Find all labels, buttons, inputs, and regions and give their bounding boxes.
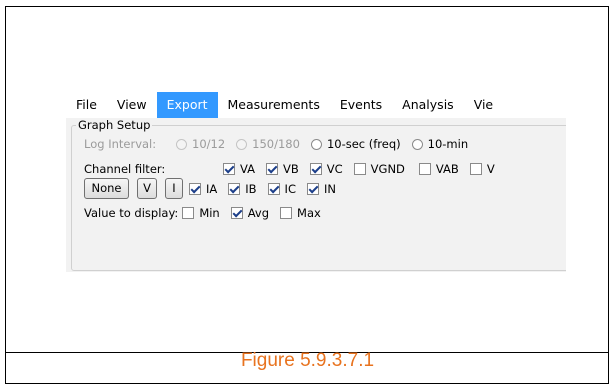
checkbox-vb-label: VB (283, 162, 299, 176)
checkbox-min-label: Min (199, 206, 220, 220)
checkbox-va-label: VA (240, 162, 255, 176)
checkbox-ia-label: IA (206, 181, 218, 196)
value-to-display-row: Value to display: Min Avg Max (84, 206, 332, 220)
menu-bar: File View Export Measurements Events Ana… (66, 92, 566, 118)
checkbox-ic[interactable]: IC (267, 181, 296, 196)
checkbox-ic-label: IC (284, 181, 296, 196)
checkbox-icon (182, 207, 195, 219)
radio-icon (411, 138, 423, 150)
checkbox-ib-label: IB (245, 181, 257, 196)
radio-icon (310, 138, 322, 150)
radio-10-sec-freq[interactable]: 10-sec (freq) (310, 137, 401, 151)
screenshot-panel: File View Export Measurements Events Ana… (66, 92, 566, 272)
graph-setup-group: Graph Setup Log Interval: 10/12 150/180 … (71, 118, 566, 271)
voltage-button[interactable]: V (137, 178, 157, 199)
checkbox-ib[interactable]: IB (228, 181, 257, 196)
menu-measurements[interactable]: Measurements (218, 92, 330, 118)
checkbox-icon (353, 163, 366, 175)
channel-filter-current-row: None V I IA IB IC IN (84, 178, 347, 199)
checkbox-in[interactable]: IN (306, 181, 336, 196)
checkbox-vgnd[interactable]: VGND (353, 162, 405, 176)
checkbox-icon (309, 163, 322, 175)
checkbox-vab-label: VAB (435, 162, 459, 176)
log-interval-label: Log Interval: (84, 137, 157, 151)
checkbox-icon (267, 182, 280, 195)
channel-filter-label: Channel filter: (84, 162, 166, 176)
radio-10-min[interactable]: 10-min (411, 137, 469, 151)
checkbox-icon (469, 163, 482, 175)
current-button[interactable]: I (165, 178, 183, 199)
checkbox-v-truncated-label: V (486, 162, 495, 176)
checkbox-vgnd-label: VGND (370, 162, 405, 176)
radio-10-12[interactable]: 10/12 (176, 137, 225, 151)
radio-icon (176, 138, 187, 150)
checkbox-avg[interactable]: Avg (230, 206, 270, 220)
menu-analysis[interactable]: Analysis (392, 92, 464, 118)
channel-filter-voltage-row: Channel filter: VA VB VC VGND VAB V (84, 162, 506, 176)
radio-150-180-label: 150/180 (252, 137, 300, 151)
menu-export[interactable]: Export (156, 92, 218, 118)
radio-150-180[interactable]: 150/180 (236, 137, 300, 151)
checkbox-icon (223, 163, 235, 175)
checkbox-in-label: IN (323, 181, 336, 196)
checkbox-vc[interactable]: VC (309, 162, 343, 176)
radio-10-sec-label: 10-sec (freq) (326, 137, 401, 151)
radio-10-min-label: 10-min (427, 137, 469, 151)
graph-setup-title: Graph Setup (76, 118, 153, 132)
none-button[interactable]: None (84, 178, 129, 199)
menu-events[interactable]: Events (330, 92, 392, 118)
menu-view[interactable]: View (107, 92, 157, 118)
figure-caption: Figure 5.9.3.7.1 (240, 350, 375, 371)
radio-icon (236, 138, 248, 150)
radio-10-12-label: 10/12 (192, 137, 226, 151)
checkbox-icon (306, 182, 319, 195)
checkbox-icon (230, 207, 243, 219)
checkbox-icon (280, 207, 293, 219)
checkbox-ia[interactable]: IA (189, 182, 217, 196)
checkbox-icon (189, 182, 201, 195)
menu-file[interactable]: File (66, 92, 107, 118)
checkbox-icon (418, 163, 431, 175)
checkbox-icon (228, 182, 241, 195)
checkbox-vb[interactable]: VB (266, 162, 299, 176)
log-interval-row: Log Interval: 10/12 150/180 10-sec (freq… (84, 137, 479, 151)
checkbox-icon (266, 163, 278, 175)
menu-view-truncated[interactable]: Vie (464, 92, 503, 118)
checkbox-avg-label: Avg (247, 206, 270, 220)
checkbox-min[interactable]: Min (182, 206, 220, 220)
checkbox-vc-label: VC (326, 162, 343, 176)
checkbox-max-label: Max (297, 206, 321, 220)
checkbox-vab[interactable]: VAB (418, 162, 459, 176)
checkbox-max[interactable]: Max (280, 206, 321, 220)
checkbox-va[interactable]: VA (223, 162, 255, 176)
value-to-display-label: Value to display: (84, 206, 179, 220)
checkbox-v-truncated[interactable]: V (469, 162, 495, 176)
